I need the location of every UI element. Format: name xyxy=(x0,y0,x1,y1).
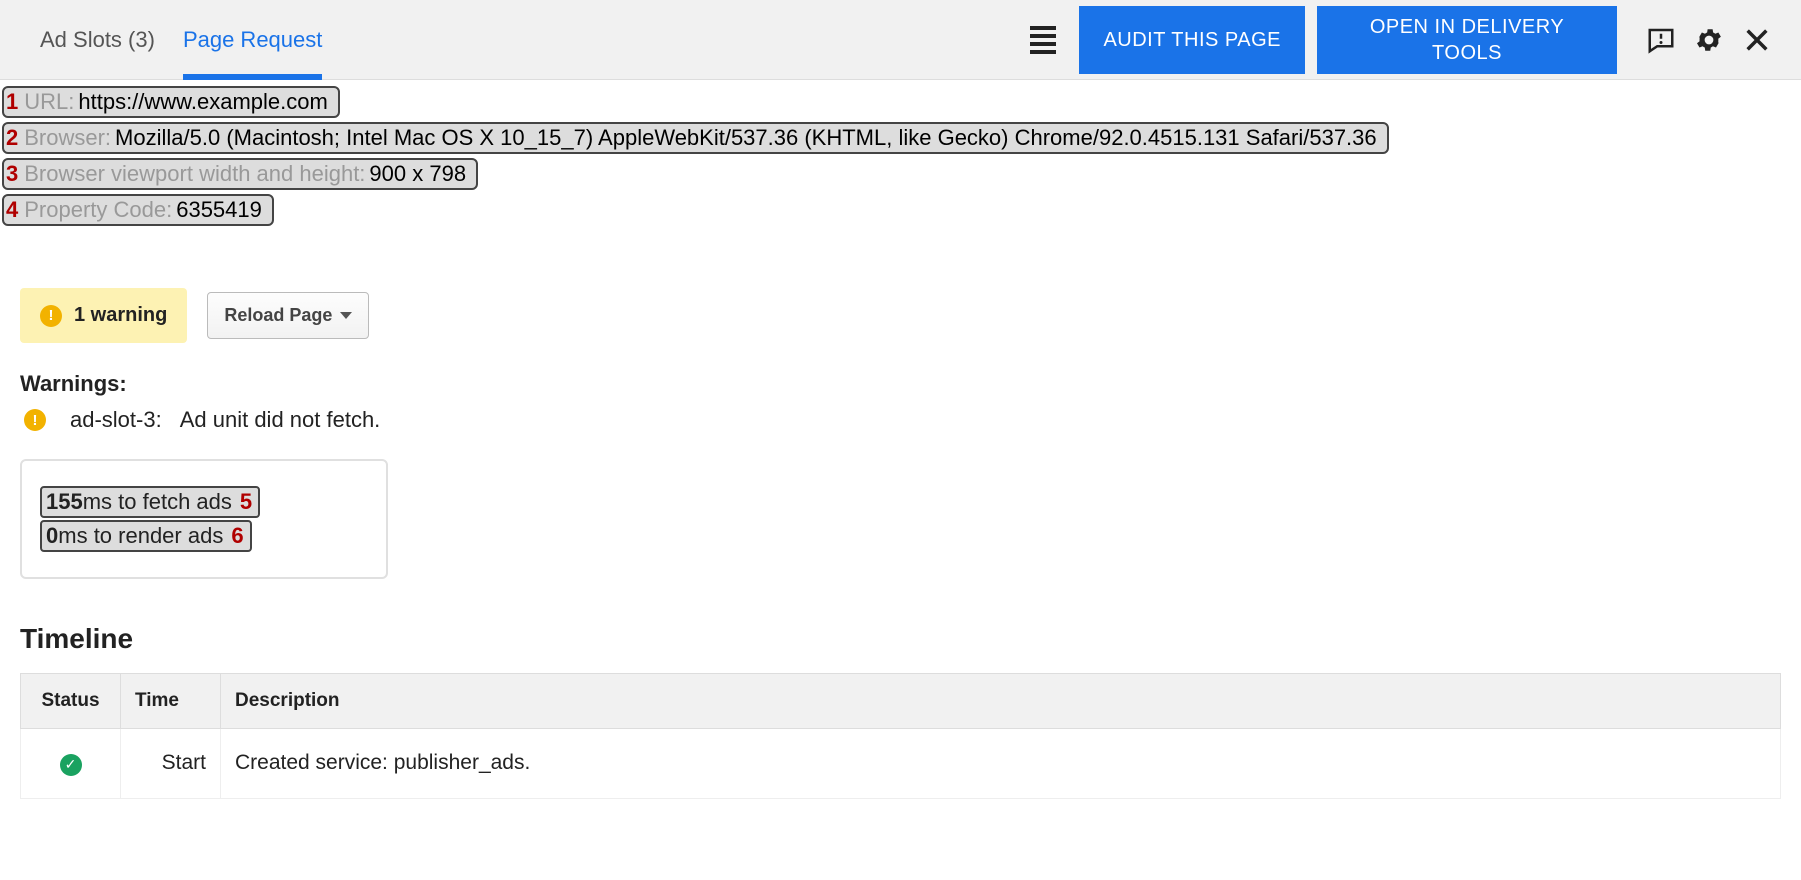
warning-slot: ad-slot-3: xyxy=(70,407,162,433)
info-label-browser: Browser: xyxy=(20,124,115,152)
gear-svg-icon xyxy=(1694,25,1724,55)
timeline-heading: Timeline xyxy=(20,623,1781,655)
info-value-url: https://www.example.com xyxy=(78,88,331,116)
info-label-property: Property Code: xyxy=(20,196,176,224)
info-label-url: URL: xyxy=(20,88,78,116)
info-value-viewport: 900 x 798 xyxy=(369,160,470,188)
reload-page-dropdown[interactable]: Reload Page xyxy=(207,292,369,339)
timeline-col-time: Time xyxy=(121,674,221,729)
info-label-viewport: Browser viewport width and height: xyxy=(20,160,369,188)
open-delivery-tools-label: OPEN IN DELIVERY TOOLS xyxy=(1341,14,1593,66)
timing-render-marker: 6 xyxy=(223,522,243,550)
settings-icon[interactable] xyxy=(1685,16,1733,64)
info-num-2: 2 xyxy=(4,124,20,152)
audit-page-label: AUDIT THIS PAGE xyxy=(1103,27,1281,53)
tab-page-request-label: Page Request xyxy=(183,27,322,53)
timing-fetch-ms: 155 xyxy=(46,488,83,516)
warning-icon: ! xyxy=(24,409,46,431)
reload-page-label: Reload Page xyxy=(224,305,332,326)
timeline-desc-cell: Created service: publisher_ads. xyxy=(221,729,1781,799)
timeline-status-cell: ✓ xyxy=(21,729,121,799)
hamburger-icon[interactable] xyxy=(1019,16,1067,64)
controls-row: ! 1 warning Reload Page xyxy=(20,288,1781,343)
warning-chip[interactable]: ! 1 warning xyxy=(20,288,187,343)
info-num-4: 4 xyxy=(4,196,20,224)
tabs: Ad Slots (3) Page Request xyxy=(40,0,322,80)
open-delivery-tools-button[interactable]: OPEN IN DELIVERY TOOLS xyxy=(1317,6,1617,74)
warning-icon: ! xyxy=(40,305,62,327)
timing-fetch-row: 155 ms to fetch ads 5 xyxy=(40,486,260,518)
tab-ad-slots-label: Ad Slots (3) xyxy=(40,27,155,53)
warning-line: ! ad-slot-3: Ad unit did not fetch. xyxy=(24,407,1781,433)
warnings-heading: Warnings: xyxy=(20,371,1781,397)
timing-fetch-text: ms to fetch ads xyxy=(83,488,232,516)
timeline-header-row: Status Time Description xyxy=(21,674,1781,729)
timeline-col-description: Description xyxy=(221,674,1781,729)
check-icon: ✓ xyxy=(60,754,82,776)
timing-fetch-marker: 5 xyxy=(232,488,252,516)
main-content: ! 1 warning Reload Page Warnings: ! ad-s… xyxy=(0,228,1801,811)
info-row-browser: 2 Browser: Mozilla/5.0 (Macintosh; Intel… xyxy=(2,122,1389,154)
timing-box: 155 ms to fetch ads 5 0 ms to render ads… xyxy=(20,459,388,579)
header-bar: Ad Slots (3) Page Request AUDIT THIS PAG… xyxy=(0,0,1801,80)
feedback-icon[interactable] xyxy=(1637,16,1685,64)
warning-message: Ad unit did not fetch. xyxy=(180,407,381,433)
timeline-time-cell: Start xyxy=(121,729,221,799)
feedback-svg-icon xyxy=(1646,25,1676,55)
info-row-property: 4 Property Code: 6355419 xyxy=(2,194,274,226)
info-value-property: 6355419 xyxy=(176,196,266,224)
caret-down-icon xyxy=(340,312,352,319)
close-icon[interactable] xyxy=(1733,16,1781,64)
timing-render-row: 0 ms to render ads 6 xyxy=(40,520,252,552)
info-row-url: 1 URL: https://www.example.com xyxy=(2,86,340,118)
info-row-viewport: 3 Browser viewport width and height: 900… xyxy=(2,158,478,190)
info-num-1: 1 xyxy=(4,88,20,116)
audit-page-button[interactable]: AUDIT THIS PAGE xyxy=(1079,6,1305,74)
timeline-row: ✓ Start Created service: publisher_ads. xyxy=(21,729,1781,799)
timeline-table: Status Time Description ✓ Start Created … xyxy=(20,673,1781,799)
tab-ad-slots[interactable]: Ad Slots (3) xyxy=(40,0,155,80)
close-svg-icon xyxy=(1743,26,1771,54)
timeline-col-status: Status xyxy=(21,674,121,729)
menu-lines-icon xyxy=(1030,26,1056,54)
info-block: 1 URL: https://www.example.com 2 Browser… xyxy=(0,80,1801,228)
info-num-3: 3 xyxy=(4,160,20,188)
timing-render-ms: 0 xyxy=(46,522,58,550)
tab-page-request[interactable]: Page Request xyxy=(183,0,322,80)
warning-count-label: 1 warning xyxy=(74,304,167,327)
timing-render-text: ms to render ads xyxy=(58,522,223,550)
info-value-browser: Mozilla/5.0 (Macintosh; Intel Mac OS X 1… xyxy=(115,124,1381,152)
